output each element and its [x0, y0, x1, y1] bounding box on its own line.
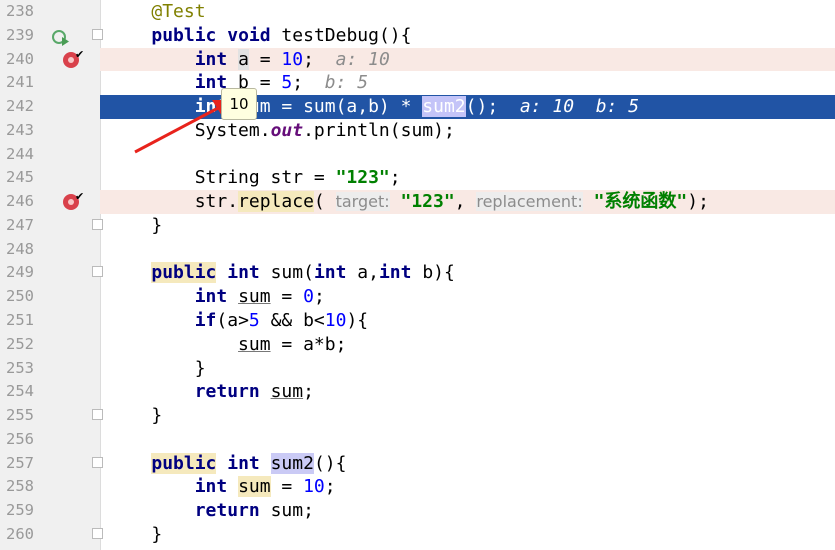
variable-value-tooltip: 10 [221, 88, 257, 120]
annotation-arrow [134, 100, 232, 154]
